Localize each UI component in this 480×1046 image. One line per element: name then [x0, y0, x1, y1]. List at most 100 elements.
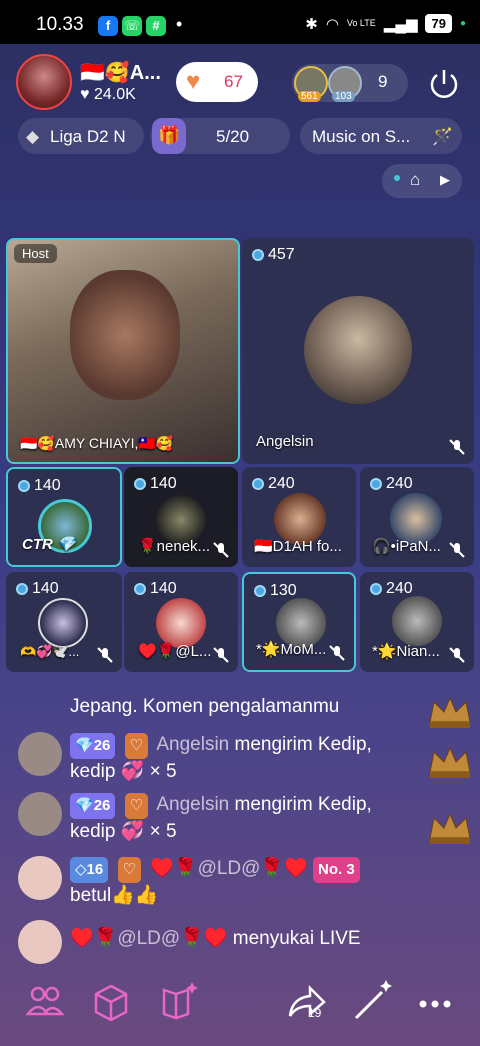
- guests-icon[interactable]: [18, 976, 72, 1030]
- wand-icon: 🪄: [432, 127, 454, 146]
- diamond-icon: ◆: [26, 127, 40, 146]
- overlay-controls[interactable]: ⌂ ▶: [382, 164, 462, 198]
- gift-emoji: 🎁: [158, 125, 181, 145]
- tile-score: 130: [254, 582, 297, 600]
- fan-badge: ♡: [124, 793, 149, 819]
- guest-avatar: [392, 596, 442, 646]
- pinned-text: Jepang. Komen pengalamanmu: [70, 696, 340, 717]
- chat-text-line2: kedip 💞 × 5: [70, 821, 177, 842]
- play-icon[interactable]: ▶: [440, 172, 450, 188]
- wifi-icon: ◠: [325, 15, 339, 33]
- guest-avatar: [156, 598, 206, 648]
- chat-body: 💎26 ♡ Angelsin mengirim Kedip, kedip 💞 ×…: [70, 792, 430, 845]
- viewer-badge: 103: [332, 91, 355, 102]
- home-icon[interactable]: ⌂: [410, 170, 420, 190]
- challenge-progress[interactable]: 🎁 5/20: [150, 118, 290, 154]
- viewer-avatar[interactable]: 103: [328, 66, 362, 102]
- live-dot: [394, 175, 400, 181]
- chat-text: mengirim Kedip,: [234, 734, 372, 755]
- viewer-count: 9: [378, 72, 388, 91]
- tile-name: ♥️🌹@L...: [138, 643, 212, 660]
- viewer-list[interactable]: 561 103 9: [292, 64, 408, 102]
- tile-score: 240: [252, 475, 295, 493]
- guest-tile[interactable]: 140 ♥️🌹@L...: [124, 572, 238, 672]
- host-name: 🇮🇩🥰A...: [80, 62, 161, 84]
- league-badge[interactable]: ◆ Liga D2 N: [18, 118, 144, 154]
- magic-wand-icon[interactable]: [344, 976, 398, 1030]
- bluetooth-icon: ✱: [305, 15, 318, 33]
- tile-name: 🫶💞🕊️...: [20, 644, 80, 659]
- fan-badge: ♡: [117, 857, 141, 883]
- share-count: 19: [308, 1006, 322, 1020]
- mic-muted-icon: [329, 645, 345, 661]
- tile-name: *🌟MoM...: [256, 641, 327, 658]
- chat-body: ◇16 ♡ ♥️🌹@LD@🌹♥️ No. 3 betul👍👍: [70, 856, 430, 909]
- follow-button[interactable]: ♥ 67: [176, 62, 258, 102]
- host-video-feed: [70, 270, 180, 400]
- chat-avatar[interactable]: [18, 732, 62, 776]
- guest-tile[interactable]: 240 🎧•iPaN...: [360, 467, 474, 567]
- cube-gift-icon[interactable]: [84, 976, 138, 1030]
- whatsapp-icon: ☏: [122, 16, 142, 36]
- power-icon[interactable]: [424, 64, 464, 104]
- guest-tile[interactable]: 140 CTR 💎: [6, 467, 122, 567]
- share-icon[interactable]: [280, 976, 334, 1030]
- tile-score: 140: [16, 580, 59, 598]
- chat-username[interactable]: ♥️🌹@LD@🌹♥️: [70, 928, 228, 949]
- fan-badge: ♡: [124, 733, 149, 759]
- status-time: 10.33: [36, 14, 84, 35]
- host-video-tile[interactable]: Host 🇮🇩🥰AMY CHIAYI,🇹🇼🥰: [6, 238, 240, 464]
- tile-name: 🎧•iPaN...: [372, 538, 441, 555]
- viewer-avatar[interactable]: 561: [294, 66, 328, 102]
- book-sparkle-icon[interactable]: [150, 976, 204, 1030]
- tile-score: 140: [134, 580, 177, 598]
- guest-tile[interactable]: 240 *🌟Nian...: [360, 572, 474, 672]
- chat-username[interactable]: ♥️🌹@LD@🌹♥️: [150, 858, 308, 879]
- guest-tile[interactable]: 140 🫶💞🕊️...: [6, 572, 122, 672]
- mic-muted-icon: [449, 439, 465, 455]
- tile-score: 140: [134, 475, 177, 493]
- camera-dot-icon: ●: [459, 18, 466, 29]
- mic-muted-icon: [213, 542, 229, 558]
- tile-name: 🌹nenek...: [138, 538, 211, 555]
- host-avatar[interactable]: [16, 54, 72, 110]
- tile-name: Angelsin: [256, 433, 314, 450]
- level-badge: 💎26: [70, 733, 116, 759]
- tile-score: 240: [370, 475, 413, 493]
- tile-score: 240: [370, 580, 413, 598]
- guest-avatar: [38, 598, 88, 648]
- tile-score: 457: [252, 246, 295, 264]
- chat-app-icon: #: [146, 16, 166, 36]
- crown-icon: [429, 746, 471, 778]
- crown-icon: [429, 696, 471, 728]
- guest-tile[interactable]: 240 🇮🇩D1AH fo...: [242, 467, 356, 567]
- chat-username[interactable]: Angelsin: [156, 794, 229, 815]
- host-likes: ♥ 24.0K: [80, 86, 136, 103]
- tile-name: 🇮🇩D1AH fo...: [254, 538, 342, 555]
- bottom-toolbar: 19: [0, 970, 480, 1046]
- more-icon[interactable]: [408, 976, 462, 1030]
- guest-tile[interactable]: 140 🌹nenek...: [124, 467, 238, 567]
- chat-username[interactable]: Angelsin: [156, 734, 229, 755]
- heart-icon: ♥: [186, 68, 201, 95]
- follow-count: 67: [224, 72, 243, 91]
- guest-tile[interactable]: 130 *🌟MoM...: [242, 572, 356, 672]
- mic-muted-icon: [213, 647, 229, 663]
- viewer-badge: 561: [298, 91, 321, 102]
- chat-text: menyukai LIVE: [232, 928, 361, 949]
- tile-name: 🇮🇩🥰AMY CHIAYI,🇹🇼🥰: [20, 435, 174, 451]
- status-icons: ✱ ◠ Vo LTE ▂▄▆ 79 ●: [305, 14, 466, 33]
- progress-label: 5/20: [216, 127, 250, 146]
- chat-avatar[interactable]: [18, 856, 62, 900]
- music-badge[interactable]: Music on S... 🪄: [300, 118, 462, 154]
- crown-icon: [429, 812, 471, 844]
- chat-avatar[interactable]: [18, 920, 62, 964]
- guest-tile[interactable]: 457 Angelsin: [242, 238, 474, 464]
- chat-text-line2: kedip 💞 × 5: [70, 761, 177, 782]
- host-tag: Host: [14, 244, 57, 263]
- chat-avatar[interactable]: [18, 792, 62, 836]
- league-label: Liga D2 N: [50, 127, 126, 146]
- mic-muted-icon: [449, 647, 465, 663]
- guest-avatar: [304, 296, 412, 404]
- tile-name: CTR 💎: [22, 536, 76, 553]
